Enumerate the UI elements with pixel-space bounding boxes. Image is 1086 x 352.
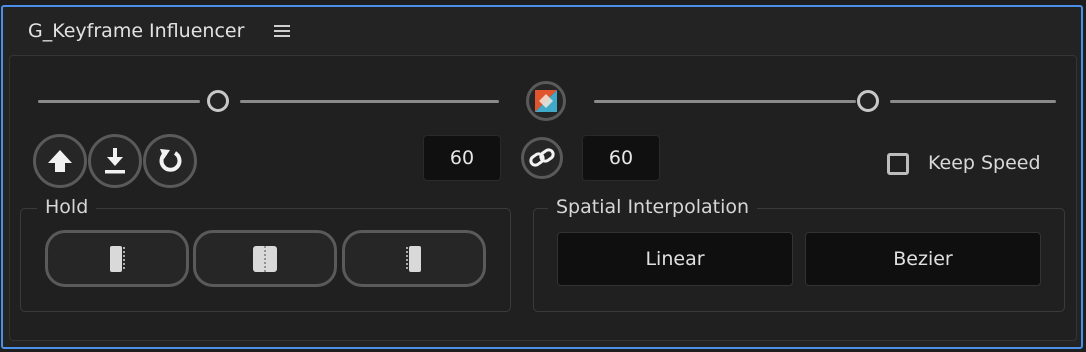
hold-out-icon bbox=[406, 245, 421, 272]
hold-out-button[interactable] bbox=[342, 230, 486, 287]
link-values-button[interactable] bbox=[521, 137, 563, 179]
hold-both-button[interactable] bbox=[193, 230, 337, 287]
influence-in-field[interactable]: 60 bbox=[423, 135, 501, 181]
upload-button[interactable] bbox=[33, 134, 87, 188]
keep-speed-label[interactable]: Keep Speed bbox=[928, 152, 1041, 174]
upload-arrow-icon bbox=[48, 150, 72, 172]
reset-icon bbox=[159, 149, 182, 172]
left-slider-track-right[interactable] bbox=[240, 100, 499, 103]
left-slider-track[interactable] bbox=[38, 100, 200, 103]
hold-group-label: Hold bbox=[37, 196, 97, 218]
linear-button[interactable]: Linear bbox=[557, 232, 793, 286]
left-slider-handle[interactable] bbox=[207, 90, 229, 112]
right-slider-track-right[interactable] bbox=[890, 100, 1056, 103]
spatial-interpolation-label: Spatial Interpolation bbox=[548, 196, 758, 218]
right-slider-handle[interactable] bbox=[857, 90, 879, 112]
bezier-button[interactable]: Bezier bbox=[805, 232, 1041, 286]
hold-in-button[interactable] bbox=[45, 230, 189, 287]
hamburger-menu-icon[interactable] bbox=[274, 25, 290, 38]
reset-button[interactable] bbox=[143, 134, 197, 188]
panel-title: G_Keyframe Influencer bbox=[28, 20, 245, 42]
download-icon bbox=[105, 148, 125, 174]
chain-link-icon bbox=[529, 148, 555, 167]
keyframe-influence-icon bbox=[535, 90, 557, 112]
influence-out-field[interactable]: 60 bbox=[582, 135, 660, 181]
download-button[interactable] bbox=[88, 134, 142, 188]
right-slider-track[interactable] bbox=[594, 100, 856, 103]
hold-both-icon bbox=[253, 245, 277, 272]
influence-mode-button[interactable] bbox=[526, 81, 566, 121]
hold-in-icon bbox=[110, 245, 125, 272]
keep-speed-checkbox[interactable] bbox=[887, 153, 909, 175]
